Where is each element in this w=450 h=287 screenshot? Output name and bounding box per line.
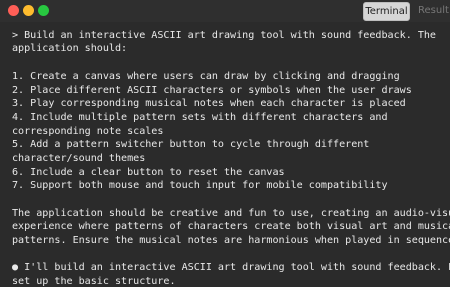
app-window: Terminal Result > Build an interactive A… xyxy=(0,0,450,287)
terminal-line: The application should be creative and f… xyxy=(12,208,450,219)
terminal-line: 1. Create a canvas where users can draw … xyxy=(12,71,400,82)
title-bar: Terminal Result xyxy=(0,0,450,22)
tab-terminal[interactable]: Terminal xyxy=(363,2,410,21)
terminal-line: > Build an interactive ASCII art drawing… xyxy=(12,30,436,41)
terminal-line: corresponding note scales xyxy=(12,126,164,137)
terminal-line: 3. Play corresponding musical notes when… xyxy=(12,98,406,109)
close-window-button[interactable] xyxy=(8,5,19,16)
maximize-window-button[interactable] xyxy=(38,5,49,16)
terminal-line: application should: xyxy=(12,43,128,54)
terminal-output: > Build an interactive ASCII art drawing… xyxy=(0,22,450,287)
terminal-line: 2. Place different ASCII characters or s… xyxy=(12,85,412,96)
terminal-line: ● I'll build an interactive ASCII art dr… xyxy=(12,262,450,273)
terminal-line: 5. Add a pattern switcher button to cycl… xyxy=(12,139,370,150)
terminal-line: 7. Support both mouse and touch input fo… xyxy=(12,180,388,191)
tab-result[interactable]: Result xyxy=(413,2,450,19)
terminal-line: 6. Include a clear button to reset the c… xyxy=(12,167,285,178)
terminal-line: 4. Include multiple pattern sets with di… xyxy=(12,112,388,123)
terminal-line: character/sound themes xyxy=(12,153,146,164)
terminal-line: patterns. Ensure the musical notes are h… xyxy=(12,235,450,246)
minimize-window-button[interactable] xyxy=(23,5,34,16)
terminal-line: set up the basic structure. xyxy=(12,276,176,287)
terminal-line: experience where patterns of characters … xyxy=(12,221,450,232)
